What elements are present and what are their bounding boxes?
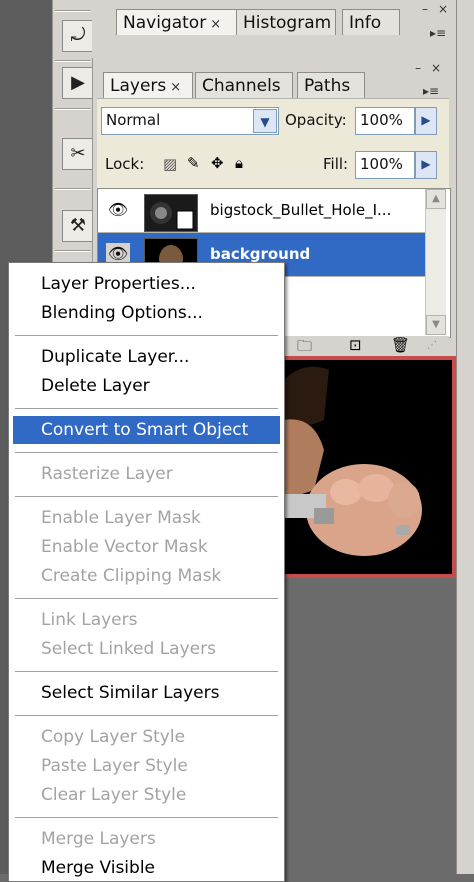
menu-item-enable-vector-mask: Enable Vector Mask	[41, 537, 208, 557]
fill-input[interactable]: 100%	[355, 151, 415, 179]
tab-label: Layers	[110, 76, 167, 96]
lock-paint-icon[interactable]: ✎	[187, 154, 200, 172]
trash-icon[interactable]: 🗑︎	[391, 336, 410, 354]
opacity-label: Opacity:	[285, 111, 347, 129]
tab-label: Channels	[202, 76, 281, 96]
chevron-down-icon[interactable]: ▼	[253, 109, 277, 133]
opacity-slider-button[interactable]: ▶	[415, 107, 437, 135]
document-canvas[interactable]	[284, 360, 452, 574]
menu-separator	[15, 452, 278, 453]
tool-separator	[55, 108, 91, 110]
menu-item-enable-layer-mask: Enable Layer Mask	[41, 508, 201, 528]
scroll-up-button[interactable]: ▲	[426, 189, 446, 209]
opacity-value: 100%	[360, 111, 403, 129]
menu-separator	[15, 496, 278, 497]
blend-mode-value: Normal	[106, 111, 161, 129]
close-icon[interactable]: ×	[438, 2, 448, 16]
layers-options-bar: Normal ▼ Opacity: 100% ▶ Lock: ▨ ✎ ✥ 🔒︎ …	[97, 98, 449, 189]
fill-value: 100%	[360, 155, 403, 173]
tab-label: Histogram	[243, 13, 332, 33]
menu-separator	[15, 335, 278, 336]
resize-grip-icon[interactable]: ⋰	[427, 340, 437, 351]
scroll-down-button[interactable]: ▼	[426, 315, 446, 335]
layer-name: background	[210, 245, 311, 263]
menu-item-convert-to-smart-object[interactable]: Convert to Smart Object	[13, 416, 280, 444]
minimize-icon[interactable]: –	[422, 2, 428, 16]
layers-scrollbar[interactable]: ▲ ▼	[425, 189, 446, 335]
menu-item-create-clipping-mask: Create Clipping Mask	[41, 566, 222, 586]
menu-item-select-linked-layers: Select Linked Layers	[41, 639, 216, 659]
tab-info[interactable]: Info	[342, 9, 400, 35]
play-action-icon[interactable]: ▶	[62, 67, 94, 99]
right-panel-edge	[456, 0, 474, 874]
tab-label: Navigator	[123, 13, 207, 33]
tab-label: Info	[349, 13, 382, 33]
close-icon[interactable]: ×	[170, 80, 181, 95]
tab-histogram[interactable]: Histogram	[236, 9, 336, 35]
brush-preset-icon[interactable]: ⚒	[62, 210, 94, 242]
menu-separator	[15, 598, 278, 599]
new-layer-icon[interactable]: ⊡	[349, 336, 362, 354]
menu-item-clear-layer-style: Clear Layer Style	[41, 785, 187, 805]
menu-item-select-similar-layers[interactable]: Select Similar Layers	[13, 679, 280, 707]
fill-label: Fill:	[323, 155, 349, 173]
menu-item-blending-options[interactable]: Blending Options...	[13, 299, 280, 327]
tab-navigator[interactable]: Navigator ×	[116, 9, 256, 35]
menu-separator	[15, 671, 278, 672]
visibility-eye-icon[interactable]: 👁︎	[106, 199, 130, 221]
menu-item-rasterize-layer: Rasterize Layer	[41, 464, 173, 484]
layer-row[interactable]: 👁︎ bigstock_Bullet_Hole_I...	[98, 189, 426, 233]
close-icon[interactable]: ×	[210, 17, 221, 32]
menu-item-merge-visible[interactable]: Merge Visible	[13, 854, 280, 882]
panel-menu-icon[interactable]: ▸≡	[423, 84, 439, 98]
lock-move-icon[interactable]: ✥	[211, 154, 224, 172]
layer-thumbnail	[144, 194, 198, 232]
tab-channels[interactable]: Channels	[195, 72, 293, 98]
tool-separator	[55, 250, 91, 252]
history-brush-icon[interactable]: ⤾	[62, 20, 94, 52]
lock-label: Lock:	[105, 155, 145, 173]
minimize-icon[interactable]: –	[415, 61, 421, 75]
tab-paths[interactable]: Paths	[297, 72, 365, 98]
menu-item-delete-layer[interactable]: Delete Layer	[13, 372, 280, 400]
opacity-input[interactable]: 100%	[355, 107, 415, 135]
lock-all-icon[interactable]: 🔒︎	[235, 154, 243, 172]
layer-context-menu: Layer Properties... Blending Options... …	[8, 262, 285, 882]
menu-item-copy-layer-style: Copy Layer Style	[41, 727, 186, 747]
navigator-panel: Navigator × Histogram Info – × ▸≡	[92, 0, 456, 58]
menu-item-link-layers: Link Layers	[41, 610, 138, 630]
menu-separator	[15, 408, 278, 409]
menu-item-merge-layers: Merge Layers	[41, 829, 156, 849]
close-icon[interactable]: ×	[431, 61, 441, 75]
fill-slider-button[interactable]: ▶	[415, 151, 437, 179]
tools-icon[interactable]: ✂	[62, 138, 94, 170]
menu-item-paste-layer-style: Paste Layer Style	[41, 756, 188, 776]
tool-separator	[55, 188, 91, 190]
panel-menu-icon[interactable]: ▸≡	[430, 26, 446, 40]
layer-name: bigstock_Bullet_Hole_I...	[210, 201, 392, 219]
tool-separator	[55, 60, 91, 62]
menu-separator	[15, 715, 278, 716]
tool-separator	[55, 10, 91, 12]
tab-layers[interactable]: Layers ×	[103, 72, 193, 98]
menu-separator	[15, 817, 278, 818]
menu-item-layer-properties[interactable]: Layer Properties...	[13, 270, 280, 298]
tab-label: Paths	[304, 76, 351, 96]
lock-transparency-icon[interactable]: ▨	[163, 155, 177, 173]
menu-item-duplicate-layer[interactable]: Duplicate Layer...	[13, 343, 280, 371]
